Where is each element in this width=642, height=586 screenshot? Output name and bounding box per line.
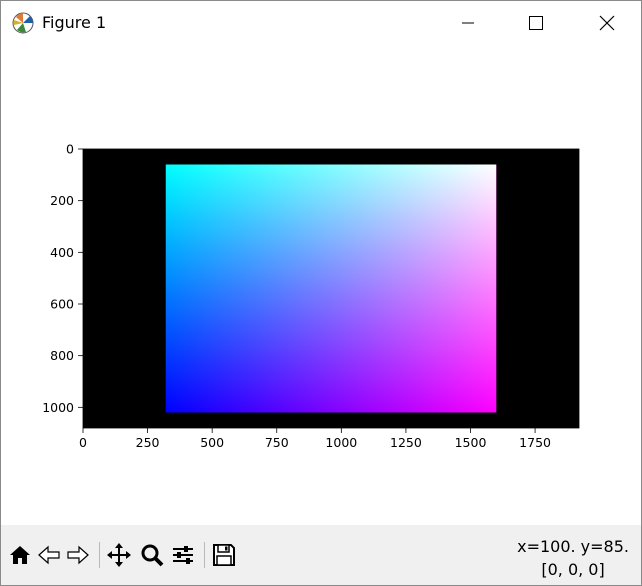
close-button[interactable] [584,1,630,45]
x-tick-label: 1000 [325,435,357,450]
minimize-button[interactable] [445,1,491,45]
window-title: Figure 1 [42,13,107,32]
matplotlib-app-icon [12,12,34,34]
x-tick-label: 1750 [519,435,551,450]
home-icon[interactable] [6,541,34,569]
y-tick-label: 200 [50,193,74,208]
gradient-top-layer [165,164,497,413]
axes: 0 250 500 750 1000 1250 1500 1750 0 200 400 600 800 1… [42,142,580,450]
zoom-icon[interactable] [138,541,166,569]
forward-arrow-icon[interactable] [64,541,92,569]
toolbar-separator [204,542,205,568]
title-bar: Figure 1 [1,1,641,45]
maximize-button[interactable] [513,1,559,45]
x-tick-label: 1250 [390,435,422,450]
y-tick-label: 1000 [42,400,74,415]
y-tick-label: 0 [66,142,74,157]
y-tick-label: 800 [50,348,74,363]
pan-icon[interactable] [105,541,133,569]
figure-canvas[interactable]: 0 250 500 750 1000 1250 1500 1750 0 200 400 600 800 1… [1,45,641,525]
x-tick-label: 250 [136,435,160,450]
image-plot[interactable]: 0 250 500 750 1000 1250 1500 1750 0 200 400 600 800 1… [1,45,641,525]
pixel-value: [0, 0, 0] [541,560,605,579]
toolbar-separator [99,542,100,568]
cursor-coordinates: x=100. y=85. [517,537,629,556]
y-tick-label: 400 [50,245,74,260]
x-tick-label: 500 [200,435,224,450]
x-tick-label: 0 [79,435,87,450]
configure-subplots-icon[interactable] [169,541,197,569]
back-arrow-icon[interactable] [35,541,63,569]
x-tick-label: 1500 [455,435,487,450]
x-tick-label: 750 [265,435,289,450]
cursor-readout: x=100. y=85. [0, 0, 0] [517,535,629,581]
y-tick-label: 600 [50,297,74,312]
navigation-toolbar: x=100. y=85. [0, 0, 0] [1,525,641,585]
save-icon[interactable] [210,541,238,569]
